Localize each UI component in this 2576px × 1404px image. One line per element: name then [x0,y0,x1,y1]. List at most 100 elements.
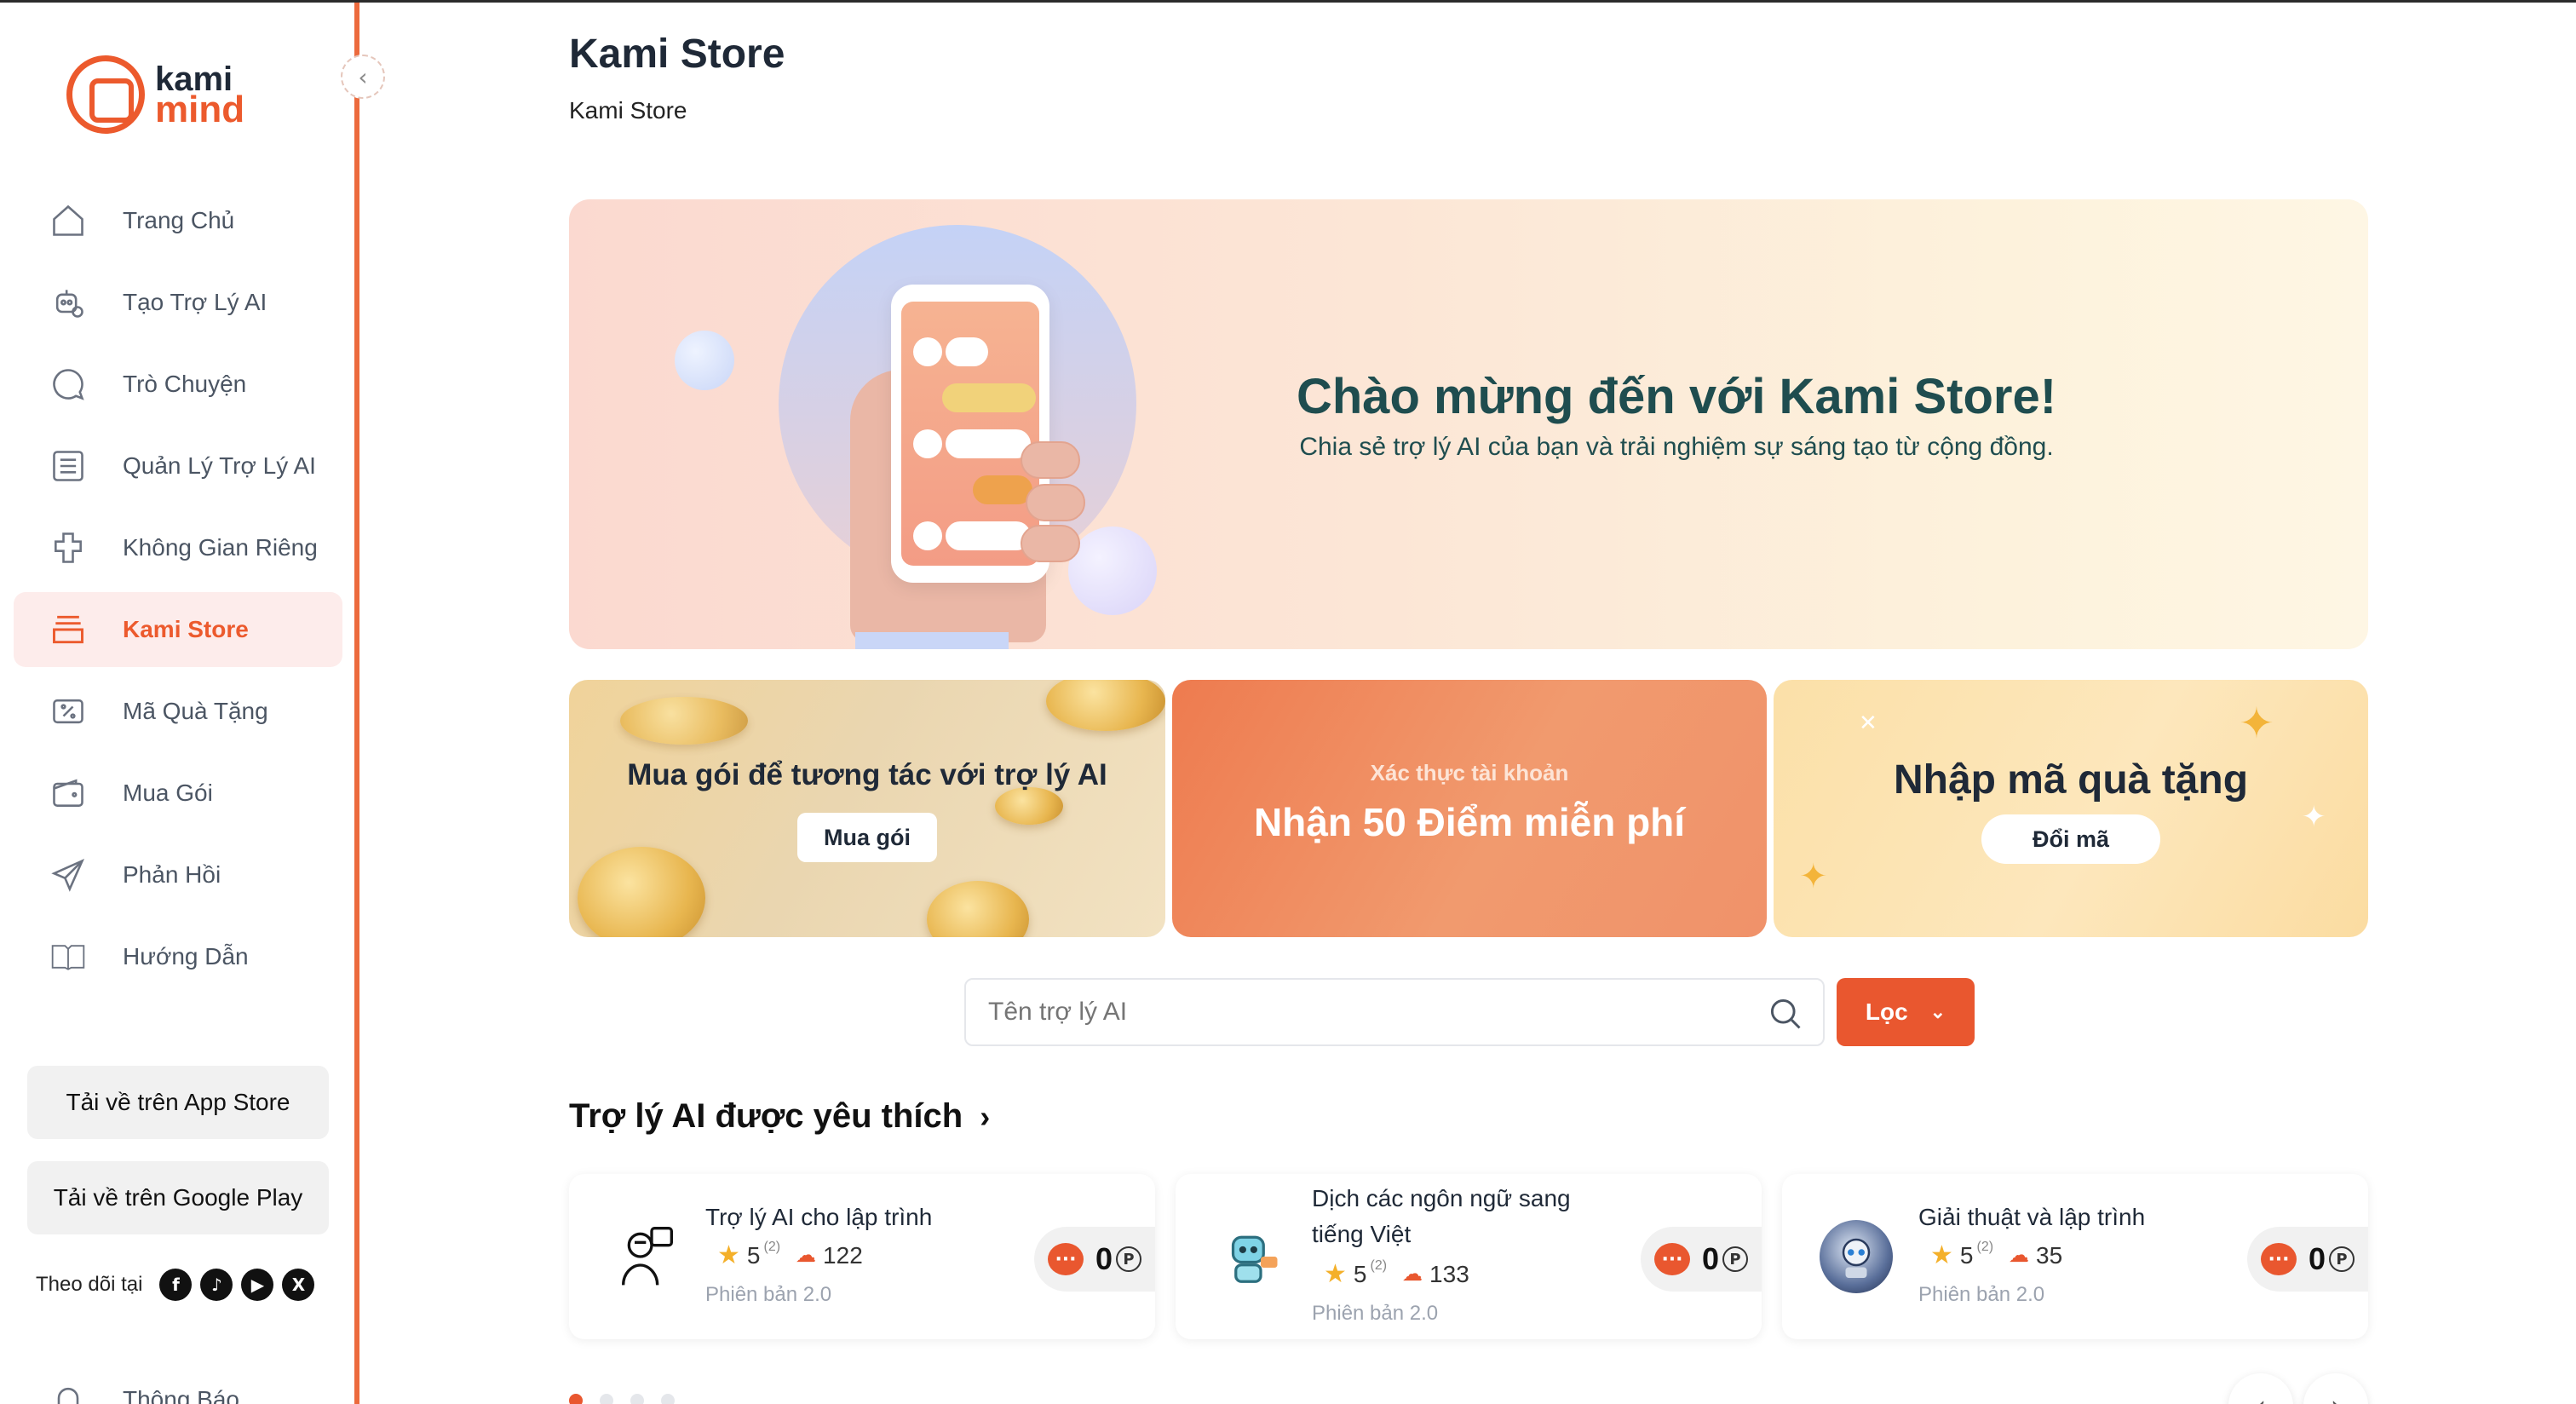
favorites-title: Trợ lý AI được yêu thích [569,1097,963,1135]
sidebar-item-feedback[interactable]: Phản Hồi [14,837,342,912]
carousel-dot[interactable] [661,1394,675,1404]
bell-icon [48,1379,89,1404]
promo-gift-title: Nhập mã quà tặng [1893,757,2249,803]
hero-banner: Chào mừng đến với Kami Store! Chia sẻ tr… [569,199,2368,649]
sidebar-item-private-space[interactable]: Không Gian Riêng [14,510,342,585]
sidebar-item-manage-ai[interactable]: Quản Lý Trợ Lý AI [14,429,342,503]
sidebar-item-buy-package[interactable]: Mua Gói [14,756,342,831]
sidebar-item-guide[interactable]: Hướng Dẫn [14,919,342,994]
promo-verify-small: Xác thực tài khoản [1370,760,1569,785]
sidebar-item-create-ai[interactable]: Tạo Trợ Lý AI [14,265,342,340]
card-rating: 5 [1353,1260,1367,1287]
tiktok-icon[interactable]: ♪ [200,1269,233,1301]
sidebar-item-label: Kami Store [123,616,249,642]
carousel-dot[interactable] [630,1394,644,1404]
youtube-icon[interactable]: ▶ [241,1269,274,1301]
chat-bubble-icon: ··· [1048,1243,1084,1275]
page-title: Kami Store [569,32,785,77]
sidebar-item-notifications[interactable]: Thông Báo [48,1379,239,1404]
carousel-next-button[interactable]: › [2303,1373,2368,1404]
card-stats: ★ 5 (2) ☁ 35 [1930,1240,2062,1270]
logo-mark-icon [66,55,145,134]
flame-icon: ☁ [2009,1244,2030,1267]
point-icon: P [2329,1246,2355,1272]
redeem-code-button[interactable]: Đổi mã [1981,814,2160,864]
chevron-right-icon: › [2331,1391,2341,1404]
sidebar-item-label: Thông Báo [123,1386,239,1404]
price-chip[interactable]: ··· 0 P [1641,1227,1762,1292]
app-store-button[interactable]: Tải về trên App Store [27,1066,329,1139]
promo-verify-account[interactable]: Xác thực tài khoản Nhận 50 Điểm miễn phí [1172,680,1767,937]
finger-illustration [1021,441,1080,479]
card-stats: ★ 5 (2) ☁ 133 [1324,1257,1469,1289]
price-chip[interactable]: ··· 0 P [1034,1227,1155,1292]
search-icon[interactable] [1767,995,1804,1033]
sidebar: kami mind Trang Chủ Tạo Trợ Lý AI Trò Ch… [0,3,354,1404]
sidebar-item-label: Mã Quà Tặng [123,698,268,724]
card-name: Dịch các ngôn ngữ sang tiếng Việt [1312,1185,1571,1247]
chat-bubble-icon: ··· [1654,1243,1690,1275]
star-icon: ★ [1324,1260,1347,1288]
window-top-border [0,0,2576,3]
promo-buy-title: Mua gói để tương tác với trợ lý AI [627,758,1107,791]
price-chip[interactable]: ··· 0 P [2247,1227,2368,1292]
assistant-card[interactable]: Dịch các ngôn ngữ sang tiếng Việt ★ 5 (2… [1176,1174,1762,1339]
sidebar-item-gift-code[interactable]: Mã Quà Tặng [14,674,342,749]
filter-label: Lọc [1865,998,1908,1025]
decorative-bubble [1068,526,1157,615]
follow-label: Theo dõi tại [36,1273,143,1296]
search-bar [964,978,1825,1046]
sidebar-item-kami-store[interactable]: Kami Store [14,592,342,667]
coin-illustration [578,847,705,937]
search-input[interactable] [988,998,1755,1027]
filter-button[interactable]: Lọc ⌄ [1837,978,1975,1046]
card-rating-count: (2) [763,1239,781,1254]
card-price: 0 [2309,1241,2326,1276]
programmer-avatar-icon [607,1220,680,1293]
carousel-prev-button[interactable]: ‹ [2228,1373,2293,1404]
robot-icon [48,282,89,323]
store-icon [48,609,89,650]
finger-illustration [1021,525,1080,562]
promo-gift-code[interactable]: ✕ ✦ ✦ ✦ Nhập mã quà tặng Đổi mã [1774,680,2368,937]
book-icon [48,936,89,977]
hero-title: Chào mừng đến với Kami Store! [1296,369,2057,424]
x-icon[interactable]: X [282,1269,315,1301]
google-play-button[interactable]: Tải về trên Google Play [27,1161,329,1234]
sidebar-item-label: Mua Gói [123,780,213,806]
home-icon [48,200,89,241]
wallet-icon [48,773,89,814]
star-icon: ★ [1930,1241,1953,1269]
card-version: Phiên bản 2.0 [1918,1283,2045,1306]
sparkle-icon: ✦ [1799,857,1828,896]
decorative-bubble [675,331,734,390]
promo-verify-title: Nhận 50 Điểm miễn phí [1253,800,1686,844]
sidebar-border [354,3,359,1404]
carousel-dot[interactable] [569,1394,583,1404]
assistant-card[interactable]: Trợ lý AI cho lập trình ★ 5 (2) ☁ 122 Ph… [569,1174,1155,1339]
coin-illustration [995,787,1063,825]
flame-icon: ☁ [1402,1263,1423,1286]
card-rating-count: (2) [1370,1257,1388,1273]
breadcrumb: Kami Store [569,97,687,124]
kami-mind-logo[interactable]: kami mind [66,55,244,134]
chevron-left-icon: ‹ [358,62,368,91]
favorites-section-title[interactable]: Trợ lý AI được yêu thích › [569,1097,990,1136]
card-uses: 133 [1429,1260,1469,1287]
card-stats: ★ 5 (2) ☁ 122 [717,1240,863,1270]
robot-photo-avatar-icon [1820,1220,1893,1293]
carousel-dot[interactable] [600,1394,613,1404]
card-uses: 122 [823,1241,863,1269]
flame-icon: ☁ [796,1244,817,1267]
robot-avatar-icon [1213,1220,1286,1293]
sidebar-item-chat[interactable]: Trò Chuyện [14,347,342,422]
coupon-icon [48,691,89,732]
sidebar-item-home[interactable]: Trang Chủ [14,183,342,258]
assistant-card[interactable]: Giải thuật và lập trình ★ 5 (2) ☁ 35 Phi… [1782,1174,2368,1339]
sidebar-collapse-button[interactable]: ‹ [341,55,385,99]
facebook-icon[interactable]: f [159,1269,193,1301]
carousel-pagination [569,1394,692,1404]
buy-package-button[interactable]: Mua gói [797,813,937,862]
point-icon: P [1722,1246,1749,1272]
promo-buy-package[interactable]: Mua gói để tương tác với trợ lý AI Mua g… [569,680,1165,937]
